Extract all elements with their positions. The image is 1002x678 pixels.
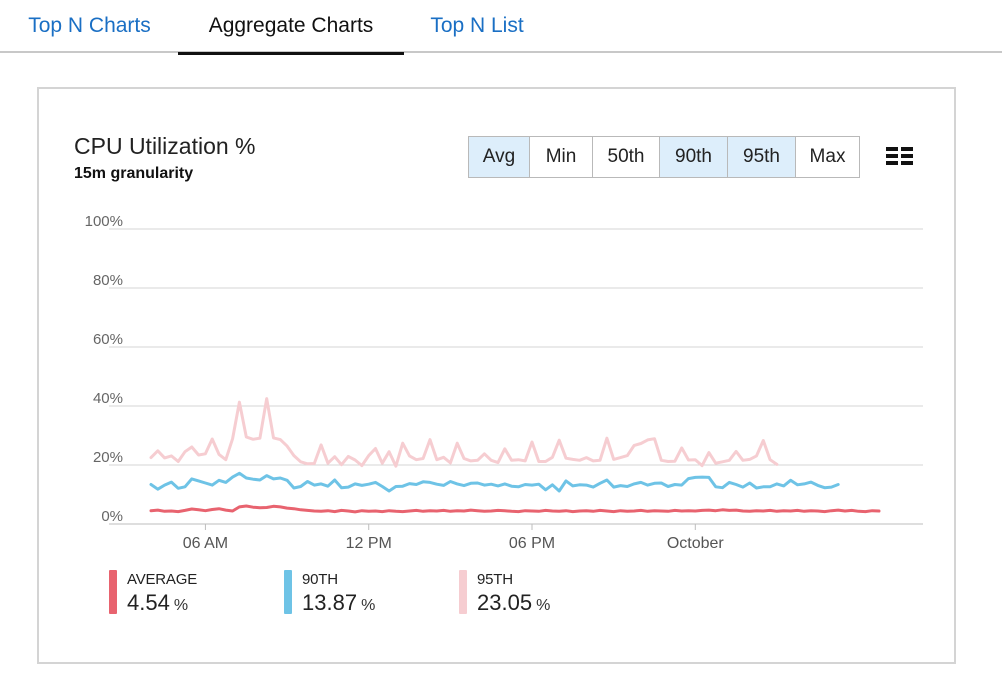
- y-tick-label: 100%: [85, 213, 123, 230]
- legend-swatch: [109, 570, 117, 614]
- agg-50th-button[interactable]: 50th: [593, 137, 660, 177]
- y-tick-label: 60%: [93, 331, 123, 348]
- legend-95th[interactable]: 95TH 23.05%: [459, 567, 609, 617]
- x-tick-label: October: [667, 535, 725, 552]
- tab-bar: Top N Charts Aggregate Charts Top N List: [0, 0, 1002, 55]
- legend-average[interactable]: AVERAGE 4.54%: [109, 567, 259, 617]
- chart-subtitle: 15m granularity: [74, 165, 194, 182]
- legend-number: 13.87: [302, 590, 358, 615]
- legend-number: 4.54: [127, 590, 170, 615]
- legend-value: 4.54%: [127, 590, 188, 616]
- agg-95th-button[interactable]: 95th: [728, 137, 796, 177]
- chart-title: CPU Utilization %: [74, 133, 256, 159]
- x-tick-label: 12 PM: [346, 535, 392, 552]
- x-tick-label: 06 PM: [509, 535, 555, 552]
- agg-min-button[interactable]: Min: [530, 137, 593, 177]
- y-tick-label: 80%: [93, 272, 123, 289]
- series-line-90th: [149, 471, 840, 493]
- agg-max-button[interactable]: Max: [796, 137, 859, 177]
- y-tick-label: 0%: [101, 508, 123, 525]
- agg-90th-button[interactable]: 90th: [660, 137, 728, 177]
- tab-top-n-charts[interactable]: Top N Charts: [24, 0, 155, 53]
- aggregation-selector: Avg Min 50th 90th 95th Max: [468, 136, 860, 178]
- y-tick-label: 40%: [93, 390, 123, 407]
- chart-card: 0% 20% 40% 60% 80% 100% 06 AM 12 PM 06 PM October…: [37, 87, 956, 664]
- tab-aggregate-charts[interactable]: Aggregate Charts: [178, 0, 404, 55]
- legend-unit: %: [536, 597, 551, 614]
- legend-label: 90TH: [302, 571, 338, 588]
- tab-top-n-list[interactable]: Top N List: [427, 0, 527, 53]
- legend-label: 95TH: [477, 571, 513, 588]
- legend-swatch: [459, 570, 467, 614]
- legend-label: AVERAGE: [127, 571, 198, 588]
- legend-swatch: [284, 570, 292, 614]
- list-view-icon[interactable]: [886, 146, 914, 166]
- legend-value: 23.05%: [477, 590, 550, 616]
- agg-avg-button[interactable]: Avg: [469, 137, 530, 177]
- legend-value: 13.87%: [302, 590, 375, 616]
- x-tick-label: 06 AM: [183, 535, 228, 552]
- legend-unit: %: [361, 597, 376, 614]
- legend-unit: %: [173, 597, 189, 614]
- series-line-95th: [149, 397, 779, 468]
- y-tick-label: 20%: [93, 449, 123, 466]
- legend-number: 23.05: [477, 590, 533, 615]
- series-line-average: [149, 504, 881, 514]
- legend-90th[interactable]: 90TH 13.87%: [284, 567, 434, 617]
